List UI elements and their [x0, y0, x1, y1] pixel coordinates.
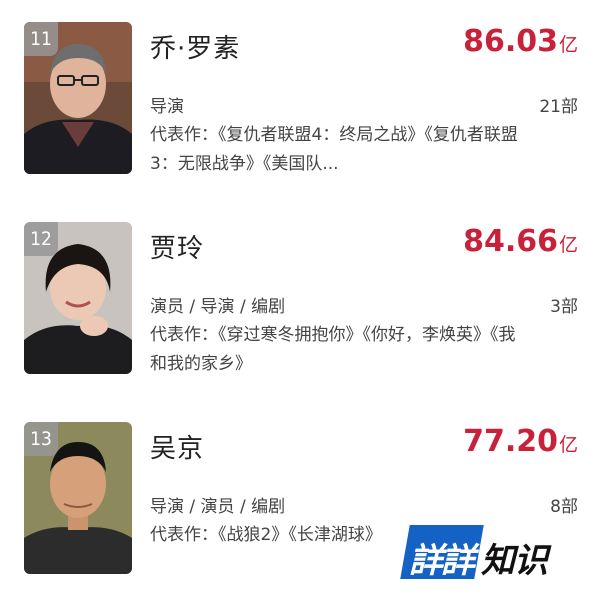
ranking-item[interactable]: 11 乔·罗素 86.03亿 导演 21部 代表作：《复仇者联盟4：终局之战》《… [0, 0, 600, 180]
rank-badge: 13 [24, 422, 58, 456]
amount-unit: 亿 [558, 34, 578, 56]
avatar: 11 [24, 22, 132, 174]
avatar: 13 [24, 422, 132, 574]
amount-unit: 亿 [558, 434, 578, 456]
amount-value: 77.20 [463, 424, 558, 459]
person-name: 乔·罗素 [150, 34, 241, 64]
person-name: 吴京 [150, 434, 205, 464]
representative-works: 代表作：《复仇者联盟4：终局之战》《复仇者联盟3：无限战争》《美国队... [150, 125, 518, 174]
representative-works: 代表作：《穿过寒冬拥抱你》《你好，李焕英》《我和我的家乡》 [150, 325, 516, 374]
watermark-logo: 詳詳 知识 [400, 525, 581, 581]
rank-badge: 11 [24, 22, 58, 56]
person-role: 导演 / 演员 / 编剧 [150, 497, 286, 517]
amount-value: 84.66 [463, 224, 558, 259]
person-name: 贾玲 [150, 234, 205, 264]
person-role: 导演 [150, 97, 184, 117]
film-count: 3部 [550, 297, 578, 317]
avatar: 12 [24, 222, 132, 374]
logo-text-primary: 詳詳 [409, 541, 475, 581]
amount-unit: 亿 [558, 234, 578, 256]
box-office-amount: 77.20亿 [463, 424, 578, 459]
box-office-amount: 86.03亿 [463, 24, 578, 59]
rank-badge: 12 [24, 222, 58, 256]
box-office-amount: 84.66亿 [463, 224, 578, 259]
ranking-item[interactable]: 12 贾玲 84.66亿 演员 / 导演 / 编剧 3部 代表作：《穿过寒冬拥抱… [0, 200, 600, 380]
film-count: 21部 [539, 97, 578, 117]
amount-value: 86.03 [463, 24, 558, 59]
logo-text-secondary: 知识 [481, 541, 548, 581]
person-role: 演员 / 导演 / 编剧 [150, 297, 286, 317]
film-count: 8部 [550, 497, 578, 517]
